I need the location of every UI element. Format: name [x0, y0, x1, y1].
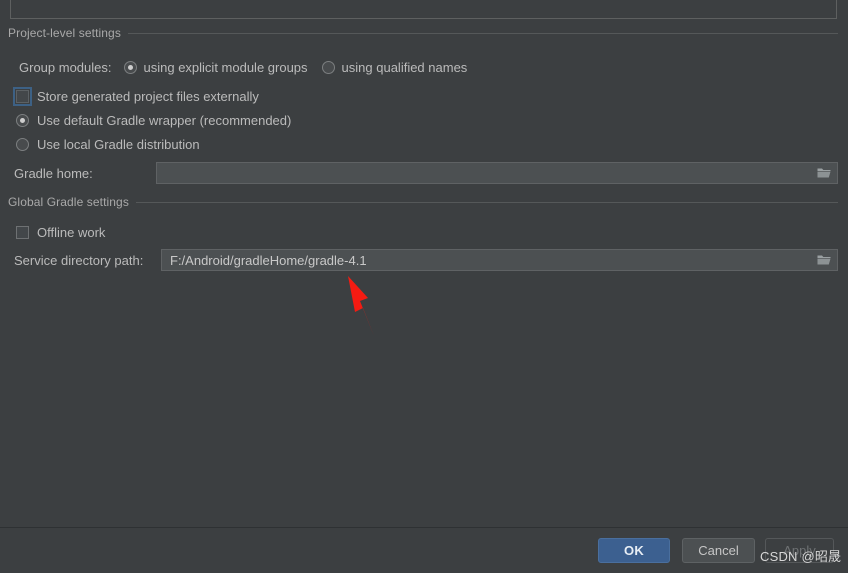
group-title-global-gradle: Global Gradle settings: [8, 195, 129, 209]
cancel-button[interactable]: Cancel: [682, 538, 755, 563]
label-using-explicit-module-groups[interactable]: using explicit module groups: [144, 60, 308, 75]
gradle-home-label-wrap: Gradle home:: [14, 166, 93, 181]
group-divider-line: [135, 201, 838, 203]
gradle-home-label: Gradle home:: [14, 166, 93, 181]
group-modules-row: Group modules: using explicit module gro…: [19, 60, 467, 75]
service-directory-path-label: Service directory path:: [14, 253, 144, 268]
gradle-settings-dialog: Project-level settings Group modules: us…: [0, 0, 848, 573]
service-directory-path-input[interactable]: F:/Android/gradleHome/gradle-4.1: [161, 249, 838, 271]
group-header-project-level: Project-level settings: [8, 25, 838, 41]
label-use-default-gradle-wrapper[interactable]: Use default Gradle wrapper (recommended): [37, 113, 291, 128]
footer-separator: [0, 527, 848, 528]
csdn-watermark: CSDN @昭晟: [760, 549, 842, 564]
label-using-qualified-names[interactable]: using qualified names: [342, 60, 468, 75]
label-offline-work[interactable]: Offline work: [37, 225, 105, 240]
gradle-home-input[interactable]: [156, 162, 838, 184]
checkbox-store-generated-project-files[interactable]: [13, 87, 32, 106]
use-local-gradle-distribution-row[interactable]: Use local Gradle distribution: [16, 137, 200, 152]
group-modules-label: Group modules:: [19, 60, 112, 75]
offline-work-row[interactable]: Offline work: [16, 225, 105, 240]
top-cutoff-panel: [10, 0, 837, 19]
service-directory-label-wrap: Service directory path:: [14, 253, 143, 268]
radio-use-default-gradle-wrapper[interactable]: [16, 114, 29, 127]
use-default-gradle-wrapper-row[interactable]: Use default Gradle wrapper (recommended): [16, 113, 291, 128]
service-directory-path-value: F:/Android/gradleHome/gradle-4.1: [170, 252, 367, 268]
annotation-arrow-icon: [348, 276, 374, 336]
group-header-global-gradle: Global Gradle settings: [8, 194, 838, 210]
folder-icon[interactable]: [813, 250, 835, 270]
folder-icon[interactable]: [813, 163, 835, 183]
store-generated-files-row[interactable]: Store generated project files externally: [13, 87, 259, 106]
label-store-generated-project-files[interactable]: Store generated project files externally: [37, 89, 259, 104]
group-title-project-level: Project-level settings: [8, 26, 121, 40]
radio-using-qualified-names[interactable]: [321, 61, 335, 74]
radio-use-local-gradle-distribution[interactable]: [16, 138, 29, 151]
ok-button[interactable]: OK: [598, 538, 670, 563]
checkbox-offline-work[interactable]: [16, 226, 29, 239]
group-divider-line: [127, 32, 838, 34]
label-use-local-gradle-distribution[interactable]: Use local Gradle distribution: [37, 137, 200, 152]
radio-using-explicit-module-groups[interactable]: [123, 61, 137, 74]
